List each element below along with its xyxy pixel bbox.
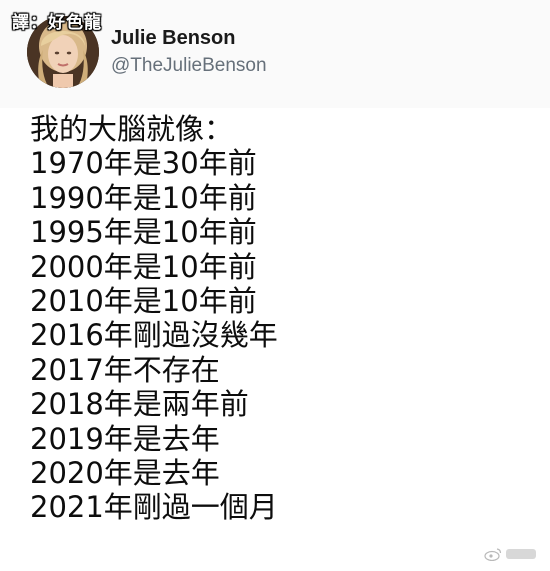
tweet-line: 2020年是去年 [30, 455, 220, 490]
tweet-line: 1990年是10年前 [30, 180, 257, 215]
tweet-line: 2019年是去年 [30, 421, 220, 456]
translator-credit: 譯：好色龍 [12, 13, 102, 33]
tweet-body: 我的大腦就像： 1970年是30年前 1990年是10年前 1995年是10年前… [30, 112, 540, 525]
tweet-line: 我的大腦就像： [30, 112, 234, 146]
tweet-line: 2000年是10年前 [30, 249, 257, 284]
weibo-icon [484, 548, 502, 561]
author-name[interactable]: Julie Benson [111, 27, 235, 50]
tweet-line: 2021年剛過一個月 [30, 490, 278, 525]
tweet-line: 1995年是10年前 [30, 215, 257, 250]
tweet-line: 2018年是兩年前 [30, 387, 249, 422]
tweet-line: 2017年不存在 [30, 352, 220, 387]
tweet-line: 2010年是10年前 [30, 283, 257, 318]
author-handle[interactable]: @TheJulieBenson [111, 55, 267, 77]
tweet-line: 2016年剛過沒幾年 [30, 318, 278, 353]
tweet-line: 1970年是30年前 [30, 146, 257, 181]
blurred-username [506, 549, 536, 559]
watermark [484, 547, 536, 561]
